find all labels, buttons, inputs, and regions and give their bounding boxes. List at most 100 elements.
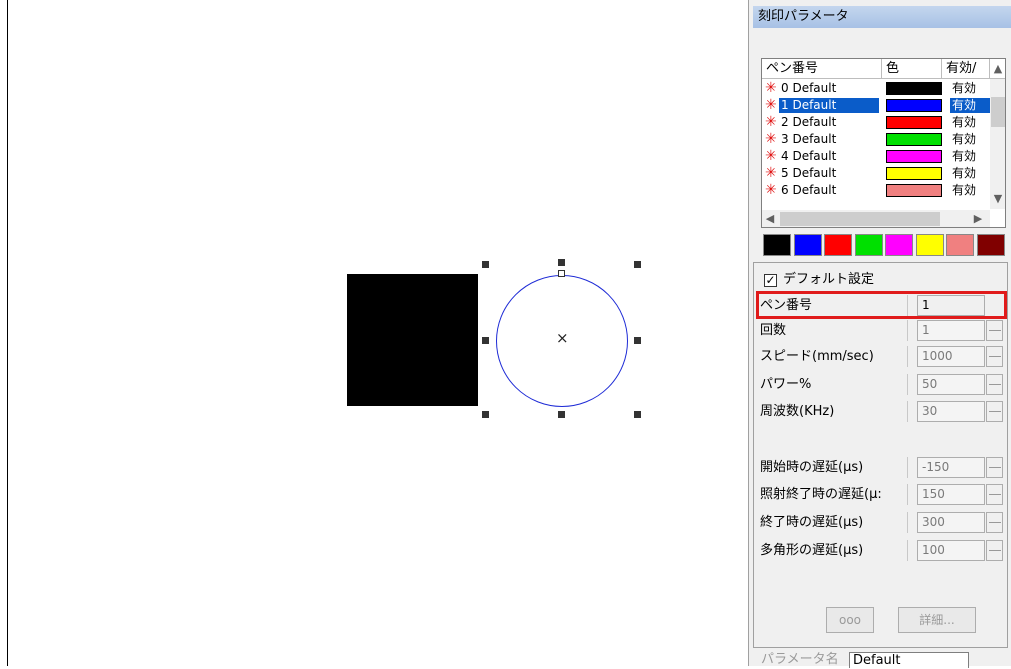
pen-color-swatch[interactable]	[886, 184, 942, 197]
parameter-value-field[interactable]: 100	[917, 540, 985, 561]
asterisk-icon: ✳	[765, 182, 777, 198]
chevron-down-icon[interactable]: ▼	[990, 191, 1005, 207]
palette-color-swatch[interactable]	[824, 234, 852, 256]
vertical-scrollbar[interactable]: ▼	[990, 79, 1005, 209]
pen-enabled[interactable]: 有効	[950, 149, 990, 164]
parameter-value-field[interactable]: 1	[917, 295, 985, 316]
parameter-value-field[interactable]: 150	[917, 484, 985, 505]
parameter-row: ペン番号 1	[758, 293, 1006, 317]
palette-color-swatch[interactable]	[946, 234, 974, 256]
spin-button[interactable]	[986, 512, 1003, 533]
parameter-value-field[interactable]: -150	[917, 457, 985, 478]
pen-label: 3 Default	[781, 132, 837, 146]
parameter-value-field[interactable]: 50	[917, 374, 985, 395]
selection-handle[interactable]	[482, 261, 489, 268]
parameter-value-field[interactable]: 300	[917, 512, 985, 533]
parameter-value-field[interactable]: 1000	[917, 346, 985, 367]
pen-color-swatch[interactable]	[886, 167, 942, 180]
filled-rectangle-object[interactable]	[347, 274, 478, 406]
scroll-thumb[interactable]	[991, 97, 1005, 127]
parameter-label: 開始時の遅延(μs)	[758, 457, 908, 478]
pen-label: 0 Default	[781, 81, 837, 95]
selection-handle[interactable]	[482, 337, 489, 344]
pen-row[interactable]: ✳ 5 Default 有効	[762, 165, 990, 182]
selection-handle[interactable]	[634, 411, 641, 418]
pen-label: 1 Default	[779, 98, 879, 113]
pen-label: 4 Default	[781, 149, 837, 163]
spin-button[interactable]	[986, 346, 1003, 367]
parameter-label: ペン番号	[758, 295, 908, 316]
palette-color-swatch[interactable]	[976, 234, 1005, 256]
asterisk-icon: ✳	[765, 114, 777, 130]
parameter-value-field[interactable]: 1	[917, 320, 985, 341]
checkbox-label: デフォルト設定	[783, 272, 875, 287]
parameter-row: 周波数(KHz) 30	[758, 399, 1006, 423]
parameter-row: 多角形の遅延(μs) 100	[758, 538, 1006, 562]
parameter-label: 照射終了時の遅延(μ:	[758, 484, 908, 505]
parameter-value-field[interactable]: 30	[917, 401, 985, 422]
advanced-settings-button[interactable]: ooo	[826, 607, 874, 633]
pen-color-swatch[interactable]	[886, 116, 942, 129]
asterisk-icon: ✳	[765, 131, 777, 147]
parameter-label: スピード(mm/sec)	[758, 346, 908, 367]
asterisk-icon: ✳	[765, 97, 777, 113]
pen-row[interactable]: ✳ 0 Default 有効	[762, 80, 990, 97]
scroll-thumb[interactable]	[780, 212, 940, 226]
selection-handle[interactable]	[634, 337, 641, 344]
column-pen-number[interactable]: ペン番号	[762, 59, 882, 79]
parameter-label: 周波数(KHz)	[758, 401, 908, 422]
selection-handle[interactable]	[558, 411, 565, 418]
palette-color-swatch[interactable]	[854, 234, 883, 256]
spin-button[interactable]	[986, 320, 1003, 341]
pen-color-swatch[interactable]	[886, 82, 942, 95]
pen-row[interactable]: ✳ 6 Default 有効	[762, 182, 990, 199]
pen-enabled[interactable]: 有効	[950, 98, 990, 113]
selection-handle[interactable]	[558, 259, 565, 266]
chevron-right-icon[interactable]: ▶	[970, 211, 986, 227]
pen-row[interactable]: ✳ 3 Default 有効	[762, 131, 990, 148]
chevron-up-icon[interactable]: ▲	[990, 61, 1005, 77]
detail-button[interactable]: 詳細...	[898, 607, 976, 633]
parameter-label: 回数	[758, 320, 908, 341]
parameter-row: パワー% 50	[758, 372, 1006, 396]
pen-color-swatch[interactable]	[886, 133, 942, 146]
pen-color-swatch[interactable]	[886, 99, 942, 112]
spin-button[interactable]	[986, 374, 1003, 395]
pen-enabled[interactable]: 有効	[950, 183, 990, 198]
asterisk-icon: ✳	[765, 165, 777, 181]
spin-button[interactable]	[986, 484, 1003, 505]
horizontal-scrollbar[interactable]: ◀ ▶	[762, 210, 990, 227]
palette-color-swatch[interactable]	[763, 234, 791, 256]
pen-label: 6 Default	[781, 183, 837, 197]
pen-enabled[interactable]: 有効	[950, 166, 990, 181]
pen-row[interactable]: ✳ 2 Default 有効	[762, 114, 990, 131]
pen-enabled[interactable]: 有効	[950, 115, 990, 130]
column-color[interactable]: 色	[882, 59, 942, 79]
asterisk-icon: ✳	[765, 80, 777, 96]
pen-enabled[interactable]: 有効	[950, 81, 990, 96]
parameter-name-row: パラメータ名 Default	[753, 650, 1011, 668]
selection-handle[interactable]	[482, 411, 489, 418]
parameter-label: パワー%	[758, 374, 908, 395]
column-enabled[interactable]: 有効/	[942, 59, 990, 79]
palette-color-swatch[interactable]	[915, 234, 944, 256]
palette-color-swatch[interactable]	[885, 234, 913, 256]
pen-list[interactable]: ペン番号 色 有効/ ▲ ✳ 0 Default 有効 ✳ 1 Default 有効 ✳ 2 …	[761, 58, 1006, 228]
pen-color-swatch[interactable]	[886, 150, 942, 163]
checkbox[interactable]: ✓	[764, 274, 777, 287]
panel-title: 刻印パラメータ	[753, 6, 1011, 28]
chevron-left-icon[interactable]: ◀	[762, 211, 778, 227]
spin-button[interactable]	[986, 540, 1003, 561]
pen-label: 5 Default	[781, 166, 837, 180]
canvas-left-border	[7, 0, 8, 666]
spin-button[interactable]	[986, 457, 1003, 478]
pen-row[interactable]: ✳ 4 Default 有効	[762, 148, 990, 165]
start-point-marker[interactable]	[558, 270, 565, 277]
pen-row[interactable]: ✳ 1 Default 有効	[762, 97, 990, 114]
spin-button[interactable]	[986, 401, 1003, 422]
selection-handle[interactable]	[634, 261, 641, 268]
asterisk-icon: ✳	[765, 148, 777, 164]
list-header: ペン番号 色 有効/ ▲	[762, 59, 1005, 79]
pen-enabled[interactable]: 有効	[950, 132, 990, 147]
palette-color-swatch[interactable]	[793, 234, 822, 256]
